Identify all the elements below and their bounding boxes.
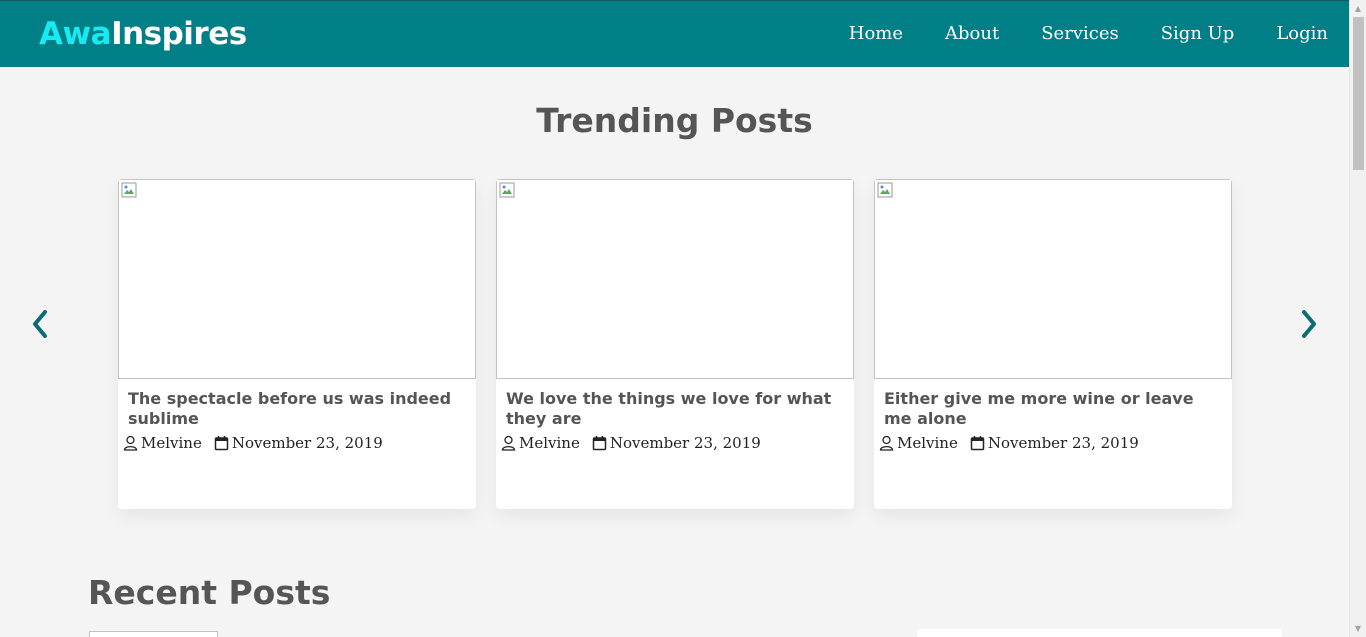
post-author: Melvine <box>501 433 580 453</box>
post-title[interactable]: The spectacle before us was indeed subli… <box>128 389 468 429</box>
post-image[interactable] <box>496 179 854 379</box>
post-image[interactable] <box>874 179 1232 379</box>
calendar-icon <box>970 436 985 451</box>
post-date-text: November 23, 2019 <box>231 434 383 452</box>
recent-post-image[interactable] <box>89 631 218 637</box>
broken-image-icon <box>499 182 515 198</box>
post-date: November 23, 2019 <box>214 433 383 453</box>
nav-about-link[interactable]: About <box>945 21 999 47</box>
post-meta: Melvine November 23, 2019 <box>501 433 761 453</box>
carousel-prev-button[interactable] <box>28 306 52 342</box>
trending-post-card[interactable]: Either give me more wine or leave me alo… <box>874 179 1232 509</box>
trending-posts-heading: Trending Posts <box>536 101 813 140</box>
scroll-up-arrow-icon[interactable]: ▲ <box>1350 0 1366 17</box>
post-image[interactable] <box>118 179 476 379</box>
post-meta: Melvine November 23, 2019 <box>123 433 383 453</box>
post-author-name: Melvine <box>141 434 202 452</box>
calendar-icon <box>214 436 229 451</box>
post-title[interactable]: Either give me more wine or leave me alo… <box>884 389 1224 429</box>
brand-name-main: Inspires <box>111 16 247 52</box>
chevron-right-icon <box>1302 310 1316 338</box>
trending-post-card[interactable]: We love the things we love for what they… <box>496 179 854 509</box>
navbar: AwaInspires Home About Services Sign Up … <box>0 0 1349 67</box>
scroll-down-arrow-icon[interactable]: ▼ <box>1350 620 1366 637</box>
carousel-next-button[interactable] <box>1297 306 1321 342</box>
chevron-left-icon <box>33 310 47 338</box>
nav-signup-link[interactable]: Sign Up <box>1161 21 1235 47</box>
post-author-name: Melvine <box>519 434 580 452</box>
nav-login-link[interactable]: Login <box>1276 21 1328 47</box>
brand-name-accent: Awa <box>39 16 112 52</box>
post-date: November 23, 2019 <box>970 433 1139 453</box>
broken-image-icon <box>121 182 137 198</box>
post-date: November 23, 2019 <box>592 433 761 453</box>
user-icon <box>501 435 516 451</box>
page: AwaInspires Home About Services Sign Up … <box>0 0 1366 637</box>
trending-post-card[interactable]: The spectacle before us was indeed subli… <box>118 179 476 509</box>
broken-image-icon <box>877 182 893 198</box>
nav-home-link[interactable]: Home <box>849 21 903 47</box>
user-icon <box>879 435 894 451</box>
recent-posts-heading: Recent Posts <box>88 573 331 612</box>
nav-services-link[interactable]: Services <box>1041 21 1118 47</box>
post-author: Melvine <box>123 433 202 453</box>
post-date-text: November 23, 2019 <box>609 434 761 452</box>
post-title[interactable]: We love the things we love for what they… <box>506 389 846 429</box>
main-nav: Home About Services Sign Up Login <box>807 21 1328 47</box>
post-author-name: Melvine <box>897 434 958 452</box>
scrollbar-thumb[interactable] <box>1353 17 1364 170</box>
user-icon <box>123 435 138 451</box>
calendar-icon <box>592 436 607 451</box>
recent-sidebar-panel <box>917 629 1282 637</box>
vertical-scrollbar[interactable]: ▲ ▼ <box>1349 0 1366 637</box>
brand-logo[interactable]: AwaInspires <box>39 14 247 54</box>
post-author: Melvine <box>879 433 958 453</box>
post-date-text: November 23, 2019 <box>987 434 1139 452</box>
post-meta: Melvine November 23, 2019 <box>879 433 1139 453</box>
